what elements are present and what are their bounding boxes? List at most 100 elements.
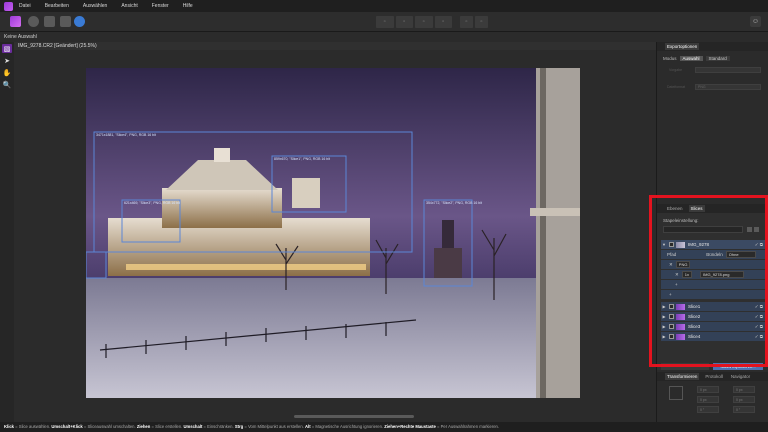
slice-row[interactable]: ▶ Slice4 ✓ ⧉ [661,332,765,341]
tab-ebenen[interactable]: Ebenen [665,205,685,212]
slice-path-row: Pfad Bündeln Ohne [661,250,765,259]
tab-history[interactable]: Protokoll [703,373,725,380]
alignment-group: ▫ ▫ [460,16,488,28]
status-text: = Slice auswählen. [14,424,52,429]
slice-row[interactable]: ▶ Slice1 ✓ ⧉ [661,302,765,311]
horizontal-scrollbar[interactable] [294,415,414,418]
selection-mode-button[interactable]: ▫ [376,16,394,28]
mode-standard[interactable]: Standard [705,56,730,61]
status-text: = Sliceauswahl umschalten. [82,424,137,429]
alignment-button[interactable]: ▫ [475,16,488,28]
collapse-icon[interactable]: ▼ [661,242,667,247]
status-text: = Vom Mittelpunkt aus erstellen. [243,424,306,429]
remove-output-icon[interactable]: ✕ [675,272,679,278]
menu-datei[interactable]: Datei [19,3,31,9]
transform-rotation-field[interactable]: 0 ° [697,406,719,413]
slice-row[interactable]: ▶ Slice2 ✓ ⧉ [661,312,765,321]
status-bar: Klick = Slice auswählen. Umschalt+Klick … [0,422,768,432]
format-select[interactable]: PNG [695,84,761,90]
status-key: Umschalt [183,424,203,429]
slice-export-icon[interactable]: ✓ ⧉ [755,242,763,248]
transform-shear-field[interactable]: 0 ° [733,406,755,413]
selection-mode-button[interactable]: ▫ [395,16,413,28]
expand-icon[interactable]: ▶ [661,324,667,329]
liquify-persona-icon[interactable] [28,16,39,27]
slice-export-icon[interactable]: ✓ ⧉ [755,324,763,330]
status-text: = Slice erstellen. [150,424,184,429]
menu-bearbeiten[interactable]: Bearbeiten [45,3,69,9]
tab-export-options[interactable]: Exportoptionen [665,43,700,50]
mode-row: Modus Auswahl Standard [663,55,730,62]
document-tab[interactable]: IMG_9278.CR2 [Geändert] (25.5%) [14,42,656,50]
slice-export-icon[interactable]: ✓ ⧉ [755,334,763,340]
export-options-tabs: Exportoptionen [657,42,768,51]
canvas[interactable]: 3471x1881, "Slice4", PNG, RGB 16 bit 859… [86,68,580,398]
remove-format-icon[interactable]: ✕ [669,262,673,268]
mode-auswahl[interactable]: Auswahl [679,56,703,61]
batch-setting-label: Stapeleinstellung: [663,218,699,223]
slice-checkbox[interactable] [669,304,674,309]
expand-icon[interactable]: ▶ [661,304,667,309]
slice-info-label: 354x772, "Slice2", PNG, RGB 16 bit [426,201,482,205]
export-persona-icon[interactable] [74,16,85,27]
export-slices-button[interactable]: Slices exportieren... [713,363,763,370]
slice-checkbox[interactable] [669,242,674,247]
slice-info-label: 859x670, "Slice1", PNG, RGB 16 bit [274,157,330,161]
filename-field[interactable]: IMG_9278.png [700,271,745,278]
slice-export-icon[interactable]: ✓ ⧉ [755,314,763,320]
batch-setting-select[interactable] [663,226,743,233]
right-panel: Exportoptionen Modus Auswahl Standard Vo… [656,42,768,422]
slice-thumbnail [676,323,685,330]
tab-slices[interactable]: Slices [688,205,705,212]
hand-tool-icon[interactable]: ✋ [2,68,12,77]
alignment-button[interactable]: ▫ [460,16,473,28]
add-output-icon[interactable]: + [675,282,678,287]
transform-w-field[interactable]: 0 px [733,386,755,393]
slice-tool-icon[interactable]: ▧ [2,44,12,53]
menu-ansicht[interactable]: Ansicht [121,3,137,9]
menu-hilfe[interactable]: Hilfe [183,3,193,9]
expand-icon[interactable]: ▶ [661,334,667,339]
transform-x-field[interactable]: 0 px [697,386,719,393]
zoom-tool-icon[interactable]: 🔍 [2,80,12,89]
slice-selection-tool-icon[interactable]: ➤ [2,56,12,65]
preset-select[interactable] [695,67,761,73]
slice-export-icon[interactable]: ✓ ⧉ [755,304,763,310]
slice-checkbox[interactable] [669,314,674,319]
slices-panel: Ebenen Slices Stapeleinstellung: ▼ IMG_9… [657,204,768,370]
add-format-icon[interactable]: + [669,292,672,297]
layers-slices-tabs: Ebenen Slices [657,204,768,213]
format-select[interactable]: PNG [675,261,691,268]
bundle-select[interactable]: Ohne [725,251,756,258]
slice-row-main[interactable]: ▼ IMG_9278 ✓ ⧉ [661,240,765,249]
user-icon[interactable]: ☺ [750,16,761,27]
slice-checkbox[interactable] [669,334,674,339]
transform-y-field[interactable]: 0 px [697,396,719,403]
delete-preset-icon[interactable] [754,227,759,232]
expand-icon[interactable]: ▶ [661,314,667,319]
secondary-export-button[interactable] [661,363,709,370]
selection-mode-button[interactable]: ▫ [415,16,433,28]
transform-h-field[interactable]: 0 px [733,396,755,403]
status-key: Ziehen [136,424,151,429]
photo-persona-icon[interactable] [10,16,21,27]
develop-persona-icon[interactable] [44,16,55,27]
tab-navigator[interactable]: Navigator [729,373,752,380]
bundle-label: Bündeln [706,252,723,257]
menu-auswaehlen[interactable]: Auswählen [83,3,107,9]
add-preset-icon[interactable] [747,227,752,232]
tone-mapping-persona-icon[interactable] [60,16,71,27]
slice-thumbnail [676,303,685,310]
slice-row[interactable]: ▶ Slice3 ✓ ⧉ [661,322,765,331]
tab-transform[interactable]: Transformieren [665,373,700,380]
status-text: = Einschränken. [202,424,235,429]
scale-select[interactable]: 1x [681,271,693,278]
slice-info-label: 621x469, "Slice3", PNG, RGB 16 bit [124,201,180,205]
selection-mode-button[interactable]: ▫ [434,16,452,28]
anchor-grid[interactable] [669,386,683,400]
slice-checkbox[interactable] [669,324,674,329]
slice-name: Slice1 [688,304,701,309]
menu-fenster[interactable]: Fenster [152,3,169,9]
slice-output-row: ✕ 1x IMG_9278.png [661,270,765,279]
preset-field-label: Vorgabe [669,68,683,72]
